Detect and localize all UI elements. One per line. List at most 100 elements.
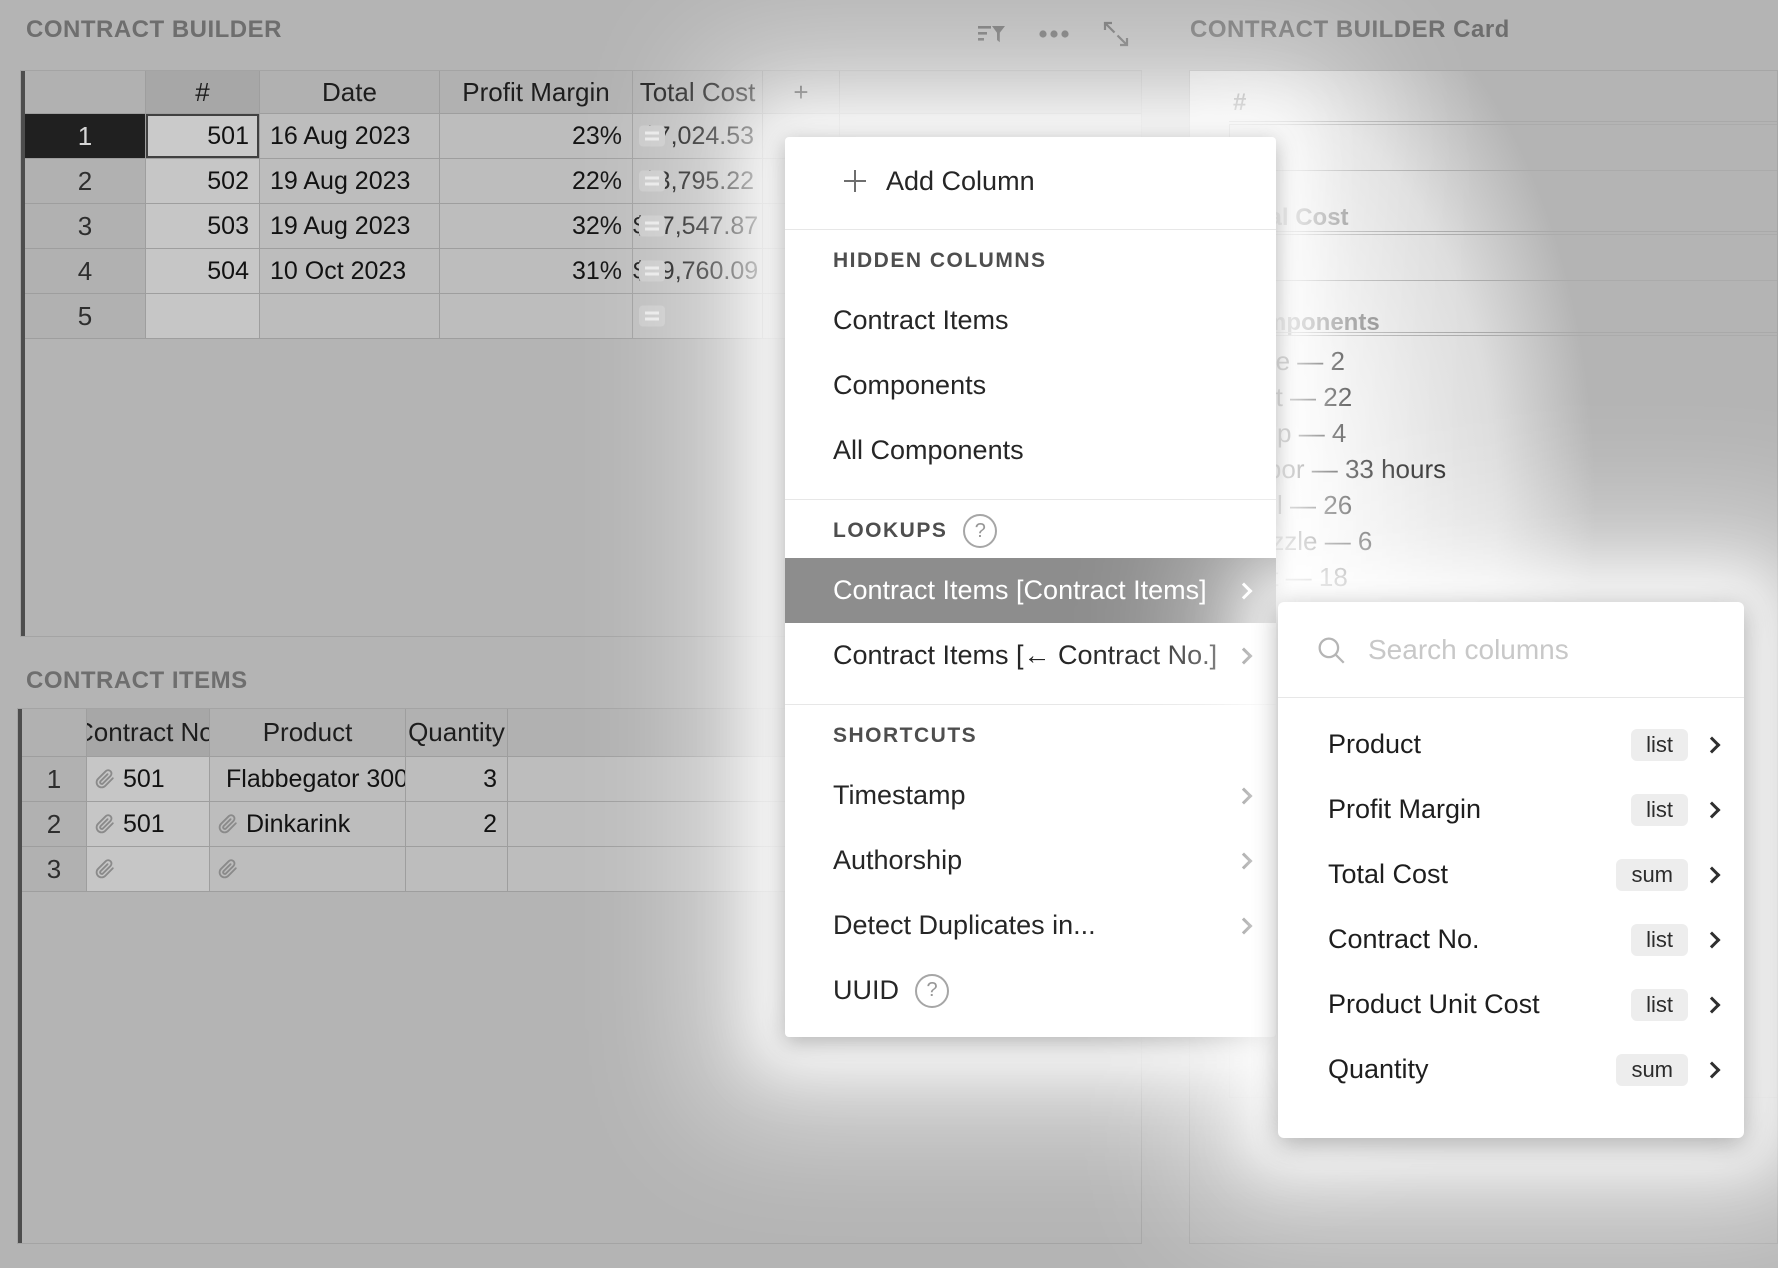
cell-cost[interactable]: $19,760.09: [633, 249, 763, 294]
help-icon[interactable]: ?: [963, 514, 997, 548]
formula-icon: [639, 306, 665, 327]
cell-date[interactable]: 10 Oct 2023: [260, 249, 440, 294]
search-icon: [1314, 633, 1348, 667]
menu-item-lookup-contract-no[interactable]: Contract Items [← Contract No.]: [785, 623, 1276, 688]
cell-product[interactable]: [210, 847, 406, 892]
menu-item-all-components[interactable]: All Components: [785, 418, 1276, 483]
app-canvas: CONTRACT BUILDER # Date Profit Margin To…: [0, 0, 1778, 1268]
cell-product[interactable]: Flabbegator 3000: [210, 757, 406, 802]
row-number[interactable]: 3: [25, 204, 146, 249]
menu-item-timestamp[interactable]: Timestamp: [785, 763, 1276, 828]
link-icon: [218, 859, 238, 879]
cell-margin[interactable]: 31%: [440, 249, 633, 294]
submenu-item-total-cost[interactable]: Total Cost sum: [1278, 842, 1744, 907]
add-column-item[interactable]: Add Column: [785, 149, 1276, 213]
link-icon: [95, 814, 115, 834]
formula-icon: [639, 126, 665, 147]
component-item: Nozzle — 6: [1238, 523, 1773, 559]
corner-header-cell[interactable]: [22, 709, 87, 757]
cell-margin[interactable]: [440, 294, 633, 339]
expand-widget-icon[interactable]: [1101, 19, 1131, 49]
cell-date[interactable]: 16 Aug 2023: [260, 114, 440, 159]
column-header-quantity[interactable]: Quantity: [406, 709, 508, 757]
row-number[interactable]: 3: [22, 847, 87, 892]
search-columns-input[interactable]: [1368, 634, 1708, 666]
chevron-right-icon: [1236, 787, 1253, 804]
column-header-id[interactable]: #: [146, 71, 260, 114]
row-number[interactable]: 1: [22, 757, 87, 802]
column-header-contract-no[interactable]: Contract No.: [87, 709, 210, 757]
add-column-header[interactable]: +: [763, 71, 840, 114]
cell-margin[interactable]: 23%: [440, 114, 633, 159]
cell-id[interactable]: 501: [146, 114, 260, 159]
cell-cost[interactable]: $17,547.87: [633, 204, 763, 249]
component-item: Bale — 2: [1238, 343, 1773, 379]
help-icon[interactable]: ?: [915, 974, 949, 1008]
row-number[interactable]: 5: [25, 294, 146, 339]
link-icon: [218, 814, 238, 834]
more-options-icon[interactable]: [1039, 29, 1069, 39]
component-item: Nail — 26: [1238, 487, 1773, 523]
submenu-item-quantity[interactable]: Quantity sum: [1278, 1037, 1744, 1102]
row-number[interactable]: 2: [22, 802, 87, 847]
submenu-item-product-unit-cost[interactable]: Product Unit Cost list: [1278, 972, 1744, 1037]
row-number[interactable]: 2: [25, 159, 146, 204]
link-icon: [95, 769, 115, 789]
sort-filter-icon[interactable]: [975, 18, 1007, 50]
components-list: Bale — 2 Bolt — 22 Chip — 4 Labor — 33 h…: [1238, 343, 1773, 631]
lookups-header: LOOKUPS ?: [785, 516, 1276, 546]
cell-quantity[interactable]: [406, 847, 508, 892]
lookup-columns-submenu: Product list Profit Margin list Total Co…: [1278, 602, 1744, 1138]
chevron-right-icon: [1704, 866, 1721, 883]
cell-margin[interactable]: 32%: [440, 204, 633, 249]
column-header-cost[interactable]: Total Cost: [633, 71, 763, 114]
column-header-date[interactable]: Date: [260, 71, 440, 114]
cell-date[interactable]: 19 Aug 2023: [260, 159, 440, 204]
cell-product[interactable]: Dinkarink: [210, 802, 406, 847]
menu-item-detect-duplicates[interactable]: Detect Duplicates in...: [785, 893, 1276, 958]
cell-contract-no[interactable]: [87, 847, 210, 892]
chevron-right-icon: [1236, 647, 1253, 664]
component-item: Chip — 4: [1238, 415, 1773, 451]
corner-header-cell[interactable]: [25, 71, 146, 114]
row-number[interactable]: 1: [25, 114, 146, 159]
cell-margin[interactable]: 22%: [440, 159, 633, 204]
chevron-right-icon: [1236, 582, 1253, 599]
cell-id[interactable]: 504: [146, 249, 260, 294]
cell-cost[interactable]: $3,795.22: [633, 159, 763, 204]
chevron-right-icon: [1704, 931, 1721, 948]
cell-cost[interactable]: [633, 294, 763, 339]
search-row: [1278, 602, 1744, 698]
card-field-id[interactable]: [1229, 124, 1778, 171]
cell-id[interactable]: 502: [146, 159, 260, 204]
column-header-margin[interactable]: Profit Margin: [440, 71, 633, 114]
submenu-item-contract-no[interactable]: Contract No. list: [1278, 907, 1744, 972]
card-field-total-cost[interactable]: [1229, 234, 1778, 281]
aggregation-badge: list: [1631, 989, 1688, 1021]
cell-date[interactable]: [260, 294, 440, 339]
menu-item-contract-items[interactable]: Contract Items: [785, 288, 1276, 353]
submenu-item-profit-margin[interactable]: Profit Margin list: [1278, 777, 1744, 842]
menu-item-components[interactable]: Components: [785, 353, 1276, 418]
plus-icon: [841, 167, 869, 195]
cell-date[interactable]: 19 Aug 2023: [260, 204, 440, 249]
cell-contract-no[interactable]: 501: [87, 757, 210, 802]
chevron-right-icon: [1236, 852, 1253, 869]
submenu-item-product[interactable]: Product list: [1278, 712, 1744, 777]
menu-item-uuid[interactable]: UUID ?: [785, 958, 1276, 1023]
cell-quantity[interactable]: 3: [406, 757, 508, 802]
column-header-product[interactable]: Product: [210, 709, 406, 757]
chevron-right-icon: [1236, 917, 1253, 934]
row-number[interactable]: 4: [25, 249, 146, 294]
cell-contract-no[interactable]: 501: [87, 802, 210, 847]
cell-id[interactable]: [146, 294, 260, 339]
formula-icon: [639, 261, 665, 282]
chevron-right-icon: [1704, 801, 1721, 818]
builder-section-title: CONTRACT BUILDER: [26, 16, 282, 44]
cell-id[interactable]: 503: [146, 204, 260, 249]
menu-item-lookup-contract-items[interactable]: Contract Items [Contract Items]: [785, 558, 1276, 623]
menu-item-authorship[interactable]: Authorship: [785, 828, 1276, 893]
link-icon: [95, 859, 115, 879]
cell-cost[interactable]: $7,024.53: [633, 114, 763, 159]
cell-quantity[interactable]: 2: [406, 802, 508, 847]
